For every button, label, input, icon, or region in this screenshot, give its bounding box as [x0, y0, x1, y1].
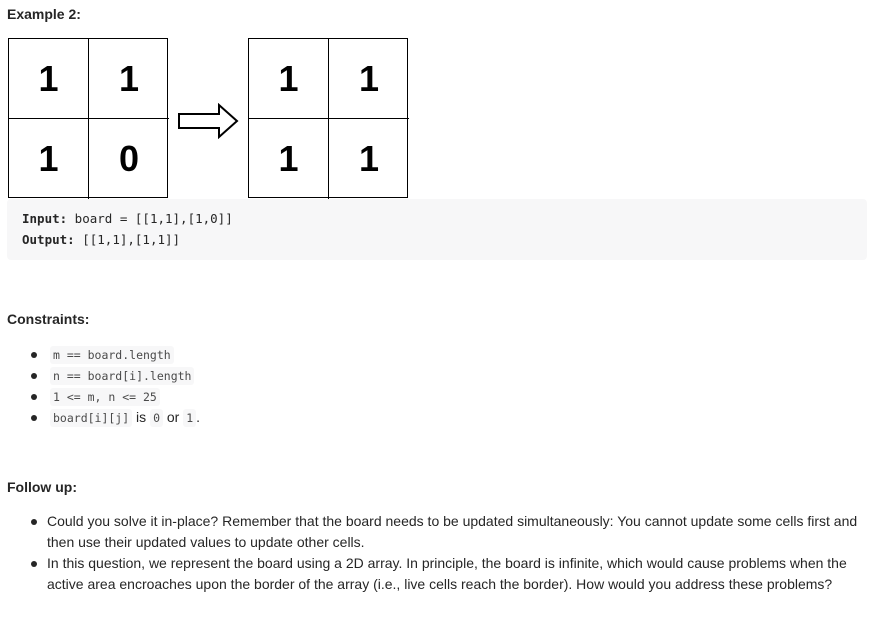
list-item: board[i][j] is 0 or 1. [28, 407, 200, 428]
inline-code: n == board[i].length [50, 367, 195, 385]
output-board-grid: 1 1 1 1 [248, 38, 409, 199]
board-cell: 1 [329, 39, 409, 119]
input-board-grid: 1 1 1 0 [8, 38, 169, 199]
board-cell: 1 [249, 119, 329, 199]
example-heading: Example 2: [7, 6, 81, 22]
constraint-text: . [196, 409, 201, 425]
constraint-text: is [132, 409, 151, 425]
inline-code: 0 [150, 409, 163, 427]
list-item: Could you solve it in-place? Remember th… [28, 511, 868, 553]
follow-up-heading: Follow up: [7, 479, 77, 495]
list-item: 1 <= m, n <= 25 [28, 386, 200, 407]
input-label: Input: [22, 211, 68, 226]
list-item: In this question, we represent the board… [28, 553, 868, 595]
example-io-block: Input: board = [[1,1],[1,0]] Output: [[1… [7, 199, 867, 260]
board-cell: 1 [249, 39, 329, 119]
board-cell: 1 [9, 119, 89, 199]
input-value: board = [[1,1],[1,0]] [67, 211, 233, 226]
constraint-text: or [163, 409, 184, 425]
output-label: Output: [22, 232, 75, 247]
board-cell: 1 [89, 39, 169, 119]
list-item: m == board.length [28, 344, 200, 365]
follow-up-list: Could you solve it in-place? Remember th… [28, 511, 868, 595]
constraints-list: m == board.length n == board[i].length 1… [28, 344, 200, 428]
inline-code: 1 [183, 409, 197, 427]
inline-code: 1 <= m, n <= 25 [50, 388, 160, 406]
board-cell: 0 [118, 138, 140, 179]
board-cell: 1 [358, 138, 380, 179]
board-cell: 1 [9, 39, 89, 119]
inline-code: board[i][j] [50, 409, 133, 427]
input-line: Input: board = [[1,1],[1,0]] [22, 211, 233, 226]
inline-code: m == board.length [50, 346, 174, 364]
right-arrow-icon [178, 103, 239, 139]
output-line: Output: [[1,1],[1,1]] [22, 232, 180, 247]
constraints-heading: Constraints: [7, 311, 90, 327]
list-item: n == board[i].length [28, 365, 200, 386]
output-value: [[1,1],[1,1]] [74, 232, 181, 247]
